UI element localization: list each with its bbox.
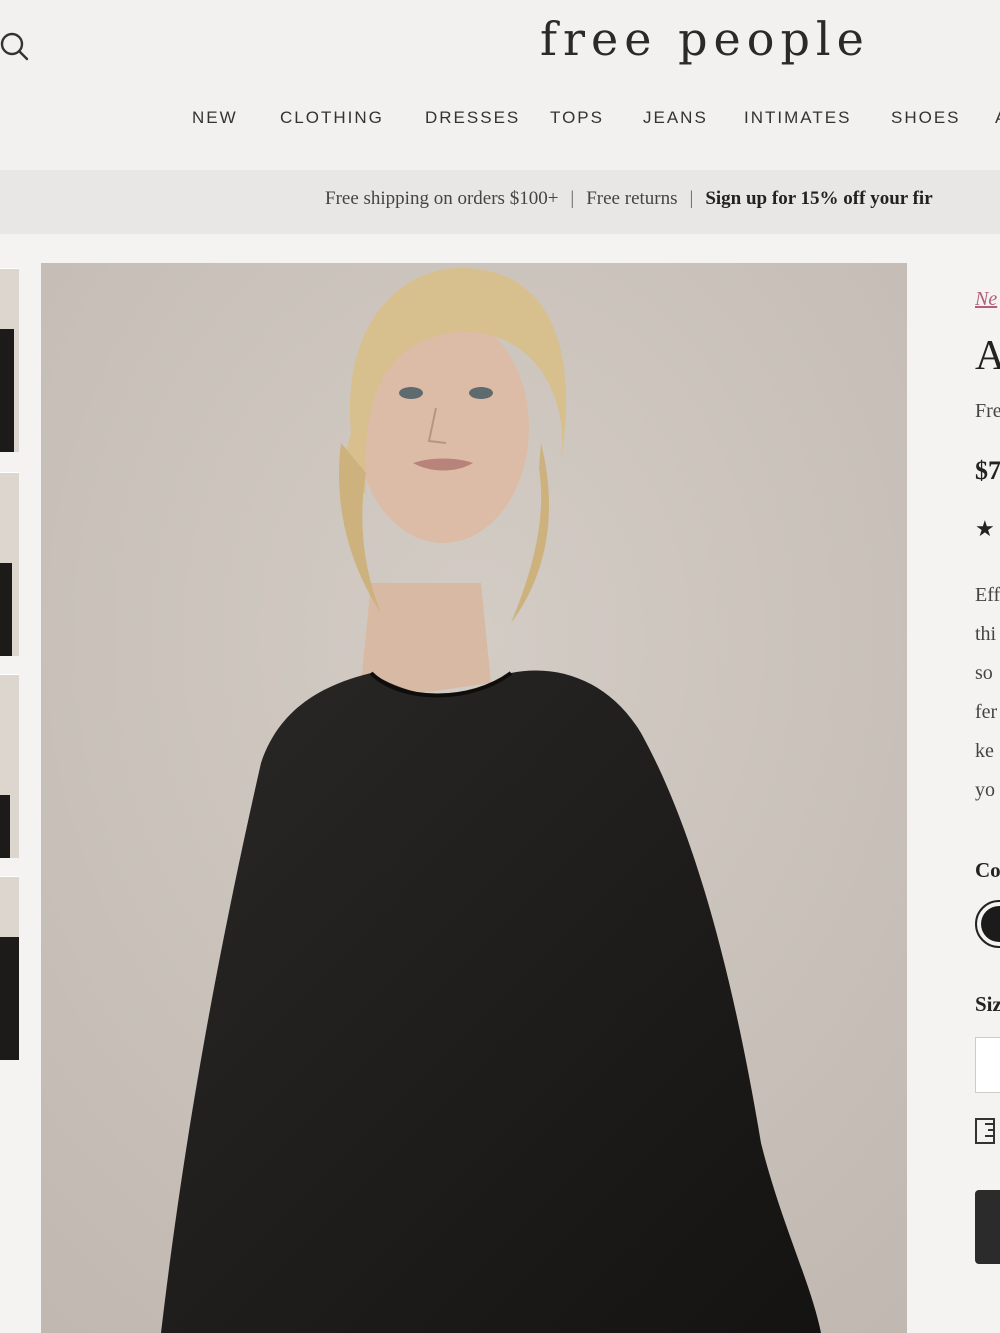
thumbnail[interactable]: [0, 674, 19, 858]
product-title: A: [975, 333, 1000, 379]
divider: |: [570, 188, 575, 209]
free-shipping-text: Free shipping on orders $100+: [325, 188, 559, 209]
thumbnail[interactable]: [0, 268, 19, 452]
size-label: Siz: [975, 992, 1000, 1016]
brand-name[interactable]: Fre: [975, 400, 1000, 423]
nav-clothing[interactable]: CLOTHING: [280, 108, 384, 128]
divider: |: [689, 188, 694, 209]
free-returns-link[interactable]: Free returns: [586, 188, 677, 209]
product-image[interactable]: [41, 263, 907, 1333]
brand-logo[interactable]: free people: [540, 12, 870, 66]
rating-star-icon[interactable]: ★: [975, 516, 995, 542]
description-line: Eff: [975, 584, 1000, 606]
signup-link[interactable]: Sign up for 15% off your fir: [705, 188, 932, 209]
nav-intimates[interactable]: INTIMATES: [744, 108, 851, 128]
size-option[interactable]: [975, 1037, 1000, 1093]
nav-dresses[interactable]: DRESSES: [425, 108, 520, 128]
color-swatch-black[interactable]: [975, 900, 1000, 948]
thumbnail[interactable]: [0, 472, 19, 656]
main-nav: NEW CLOTHING DRESSES TOPS JEANS INTIMATE…: [0, 108, 1000, 138]
product-price: $7: [975, 456, 1000, 485]
search-icon[interactable]: [0, 30, 32, 62]
nav-new[interactable]: NEW: [192, 108, 238, 128]
ruler-icon[interactable]: [975, 1118, 995, 1144]
model-photo: [41, 263, 907, 1333]
description-line: so: [975, 662, 993, 684]
product-details: Ne A Fre $7 ★ Eff thi so fer ke yo Co Si…: [975, 280, 1000, 1333]
breadcrumb-link[interactable]: Ne: [975, 288, 997, 311]
add-to-bag-button[interactable]: [975, 1190, 1000, 1264]
color-label: Co: [975, 858, 1000, 882]
description-line: yo: [975, 779, 995, 801]
description-line: ke: [975, 740, 994, 762]
nav-shoes[interactable]: SHOES: [891, 108, 961, 128]
nav-accessories[interactable]: A: [995, 108, 1000, 128]
nav-tops[interactable]: TOPS: [550, 108, 604, 128]
promo-banner: Free shipping on orders $100+ | Free retur…: [0, 170, 1000, 234]
thumbnail[interactable]: [0, 876, 19, 1060]
description-line: fer: [975, 701, 998, 723]
site-header: free people NEW CLOTHING DRESSES TOPS JE…: [0, 0, 1000, 170]
nav-jeans[interactable]: JEANS: [643, 108, 708, 128]
promo-text: Free shipping on orders $100+ | Free retur…: [325, 188, 933, 210]
description-line: thi: [975, 623, 997, 645]
